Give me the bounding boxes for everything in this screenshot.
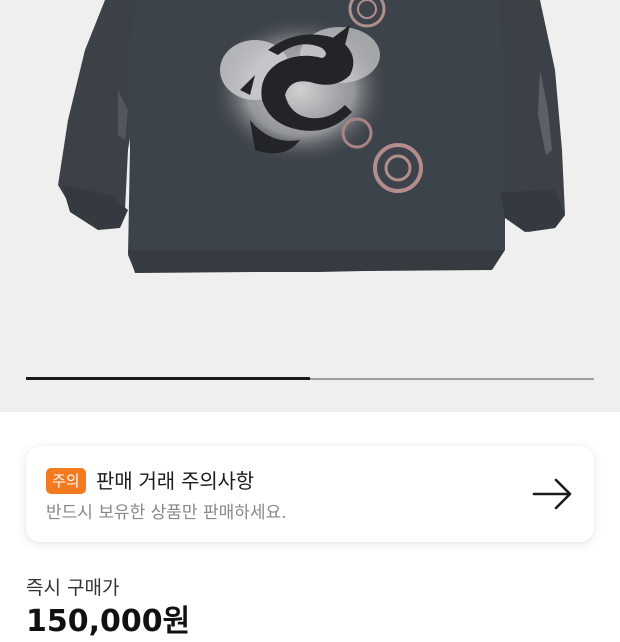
instant-buy-price: 150,000원 bbox=[26, 604, 191, 639]
caution-badge: 주의 bbox=[46, 468, 86, 494]
instant-buy-price-label: 즉시 구매가 bbox=[26, 577, 120, 599]
product-image-gallery[interactable] bbox=[0, 0, 620, 412]
notice-description: 반드시 보유한 상품만 판매하세요. bbox=[46, 503, 287, 523]
sale-caution-notice[interactable]: 주의 판매 거래 주의사항 반드시 보유한 상품만 판매하세요. bbox=[26, 446, 594, 542]
gallery-progress-fill bbox=[26, 377, 310, 380]
product-image bbox=[58, 0, 565, 273]
arrow-right-icon[interactable] bbox=[532, 476, 574, 512]
gallery-progress-bar bbox=[26, 377, 594, 380]
notice-title: 판매 거래 주의사항 bbox=[96, 469, 254, 493]
